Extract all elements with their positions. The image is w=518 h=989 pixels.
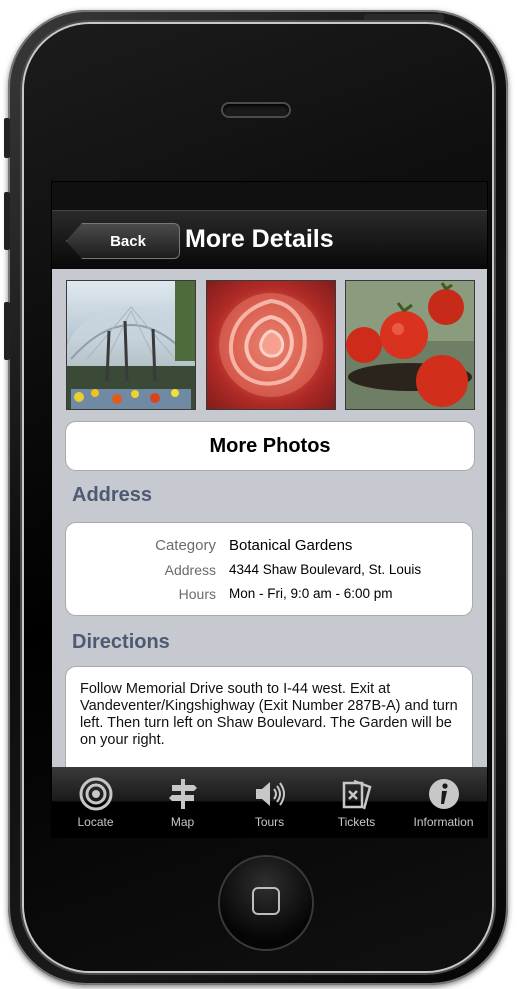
category-value: Botanical Gardens	[229, 537, 353, 554]
address-card: Category Botanical Gardens Address 4344 …	[65, 522, 473, 616]
tab-tours[interactable]: Tours	[226, 767, 313, 837]
page-title: More Details	[185, 225, 334, 253]
directions-section-title: Directions	[72, 631, 170, 653]
tab-map-label: Map	[170, 815, 195, 829]
address-value[interactable]: 4344 Shaw Boulevard, St. Louis	[229, 562, 421, 577]
tab-information-label: Information	[413, 815, 474, 829]
hours-label: Hours	[178, 586, 216, 602]
back-button-label: Back	[110, 232, 146, 250]
more-photos-label: More Photos	[209, 434, 331, 457]
signpost-icon	[168, 779, 197, 809]
photo-rose[interactable]	[206, 280, 336, 410]
tab-tickets-label: Tickets	[337, 815, 376, 829]
navigation-bar: Back More Details	[52, 210, 487, 269]
address-row-address: Address 4344 Shaw Boulevard, St. Louis	[66, 562, 472, 584]
target-icon	[79, 777, 112, 811]
photo-tomatoes[interactable]	[345, 280, 475, 410]
tab-locate[interactable]: Locate	[52, 767, 139, 837]
tab-bar: Locate Map Tours Tickets Information	[52, 767, 487, 837]
tab-tickets[interactable]: Tickets	[313, 767, 400, 837]
more-photos-button[interactable]: More Photos	[65, 421, 475, 471]
hours-value: Mon - Fri, 9:0 am - 6:00 pm	[229, 586, 393, 601]
photo-strip	[66, 280, 475, 410]
tab-map[interactable]: Map	[139, 767, 226, 837]
info-icon	[428, 779, 459, 809]
address-section-title: Address	[72, 484, 153, 506]
address-label: Address	[164, 562, 216, 578]
sleep-button	[364, 14, 444, 22]
address-row-hours: Hours Mon - Fri, 9:0 am - 6:00 pm	[66, 586, 472, 608]
speaker-icon	[255, 782, 285, 806]
tab-locate-label: Locate	[77, 815, 114, 829]
volume-down-button	[4, 302, 10, 360]
app-screen: Back More Details More Photos Address Ca…	[51, 181, 488, 838]
address-row-category: Category Botanical Gardens	[66, 537, 472, 559]
volume-up-button	[4, 192, 10, 250]
tab-tours-label: Tours	[254, 815, 285, 829]
earpiece-speaker	[223, 104, 289, 116]
photo-conservatory[interactable]	[66, 280, 196, 410]
directions-text: Follow Memorial Drive south to I-44 west…	[80, 681, 458, 748]
back-button[interactable]: Back	[66, 223, 180, 259]
tab-information[interactable]: Information	[400, 767, 487, 837]
mute-switch	[4, 118, 10, 158]
category-label: Category	[155, 537, 216, 554]
home-square-icon	[252, 887, 280, 915]
tickets-icon	[342, 779, 372, 810]
status-bar	[52, 182, 487, 210]
